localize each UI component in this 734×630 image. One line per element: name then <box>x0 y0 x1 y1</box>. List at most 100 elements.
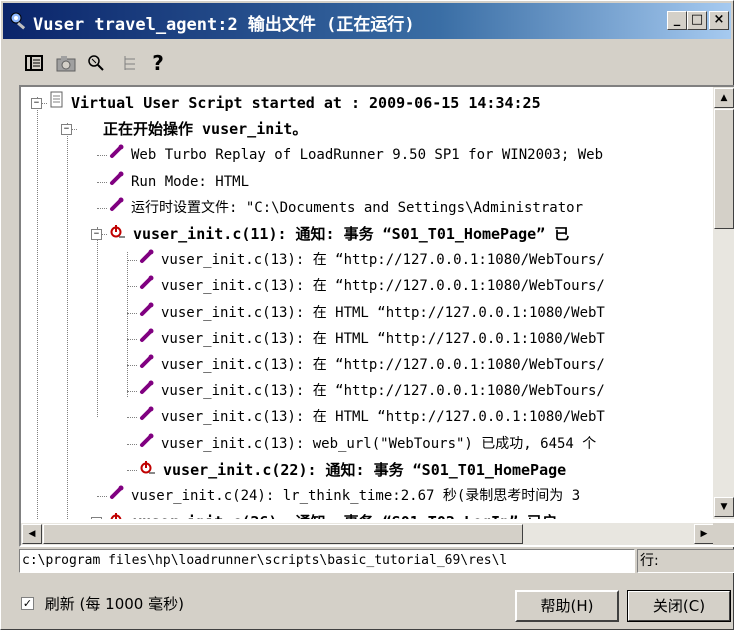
tree-content: − Virtual User Script started at : 2009-0… <box>21 87 715 519</box>
message-icon <box>139 327 155 351</box>
tree-row[interactable]: vuser_init.c(22): 通知: 事务 “S01_T01_HomePa… <box>139 458 566 482</box>
tree-guide-line <box>97 227 98 417</box>
scrollbar-corner <box>713 523 734 545</box>
message-icon <box>139 301 155 325</box>
tree-connector <box>97 496 107 497</box>
message-icon <box>109 170 125 194</box>
tree-row-text: vuser_init.c(13): 在 “http://127.0.0.1:10… <box>161 383 605 400</box>
tree-row[interactable]: vuser_init.c(13): 在 “http://127.0.0.1:10… <box>139 248 605 272</box>
help-icon[interactable]: ? <box>145 49 171 77</box>
tree-row-text: vuser_init.c(13): 在 “http://127.0.0.1:10… <box>161 278 605 295</box>
status-path: c:\program files\hp\loadrunner\scripts\b… <box>19 549 635 573</box>
tree-connector <box>127 391 137 393</box>
tree-row-text: vuser_init.c(13): 在 HTML “http://127.0.0… <box>161 330 605 347</box>
tree-row-text: Web Turbo Replay of LoadRunner 9.50 SP1 … <box>131 147 604 164</box>
tree-row-text: Run Mode: HTML <box>131 173 250 190</box>
tree-row-text: vuser_init.c(13): 在 “http://127.0.0.1:10… <box>161 357 605 373</box>
output-tree[interactable]: − Virtual User Script started at : 2009-0… <box>19 85 734 547</box>
document-icon <box>49 91 65 116</box>
camera-icon[interactable] <box>53 49 79 77</box>
refresh-label: 刷新 (每 1000 毫秒) <box>44 595 184 613</box>
tree-row-text: vuser_init.c(24): lr_think_time:2.67 秒(录… <box>131 488 581 504</box>
message-icon <box>139 274 155 298</box>
tree-row[interactable]: vuser_init.c(13): 在 “http://127.0.0.1:10… <box>139 379 605 403</box>
tree-row[interactable]: 运行时设置文件: "C:\Documents and Settings\Admi… <box>109 196 583 220</box>
message-icon <box>139 432 155 456</box>
tree-connector <box>97 207 107 209</box>
tree-connector <box>127 338 137 340</box>
vuser-icon <box>9 12 29 30</box>
tree-collapse-toggle[interactable]: − <box>61 124 72 136</box>
transaction-icon <box>109 222 127 247</box>
status-bar: c:\program files\hp\loadrunner\scripts\b… <box>19 549 734 575</box>
title-bar[interactable]: Vuser travel_agent:2 输出文件 (正在运行) _ □ × <box>3 3 731 39</box>
transaction-icon <box>109 510 127 519</box>
tree-guide-line <box>67 123 68 519</box>
tree-row-text: vuser_init.c(11): 通知: 事务 “S01_T01_HomePa… <box>133 225 570 243</box>
tree-row[interactable]: Virtual User Script started at : 2009-06… <box>49 91 541 115</box>
tree-row[interactable]: 正在开始操作 vuser_init。 <box>103 117 307 141</box>
output-window: Vuser travel_agent:2 输出文件 (正在运行) _ □ × ?… <box>0 0 734 630</box>
close-window-button[interactable]: × <box>709 11 729 30</box>
refresh-option[interactable]: ✓ 刷新 (每 1000 毫秒) <box>21 593 184 614</box>
tree-connector <box>127 312 137 314</box>
tree-row[interactable]: vuser_init.c(13): 在 HTML “http://127.0.0… <box>139 301 605 325</box>
scroll-up-button[interactable]: ▲ <box>714 88 734 108</box>
tree-guide-line <box>127 252 128 397</box>
tree-row-text: vuser_init.c(13): 在 HTML “http://127.0.0… <box>161 409 605 426</box>
tree-connector <box>97 155 107 157</box>
tree-row-text: vuser_init.c(13): 在 HTML “http://127.0.0… <box>161 304 605 321</box>
tree-row[interactable]: vuser_init.c(11): 通知: 事务 “S01_T01_HomePa… <box>109 222 569 246</box>
tree-row-text: 运行时设置文件: "C:\Documents and Settings\Admi… <box>131 199 584 216</box>
transaction-icon <box>139 458 157 483</box>
minimize-button[interactable]: _ <box>667 11 687 30</box>
tree-row[interactable]: vuser_init.c(13): 在 “http://127.0.0.1:10… <box>139 353 605 377</box>
tree-row[interactable]: vuser_init.c(13): web_url("WebTours") 已成… <box>139 432 596 456</box>
help-button[interactable]: 帮助(H) <box>515 590 619 622</box>
tree-row-text: Virtual User Script started at : 2009-06… <box>71 94 541 112</box>
tree-row-text: vuser_init.c(22): 通知: 事务 “S01_T01_HomePa… <box>163 460 567 479</box>
tree-row[interactable]: Run Mode: HTML <box>109 170 249 194</box>
tree-row[interactable]: vuser_init.c(26): 通知: 事务 “S01_T02_LogIn”… <box>109 510 557 519</box>
tree-row[interactable]: Web Turbo Replay of LoadRunner 9.50 SP1 … <box>109 143 603 167</box>
horizontal-scroll-thumb[interactable] <box>43 524 523 544</box>
tree-row[interactable]: vuser_init.c(13): 在 HTML “http://127.0.0… <box>139 327 605 351</box>
message-icon <box>139 379 155 403</box>
tree-row-text: vuser_init.c(13): 在 “http://127.0.0.1:10… <box>161 252 605 269</box>
tree-connector <box>127 365 137 366</box>
scroll-down-button[interactable]: ▼ <box>714 497 734 517</box>
message-icon <box>109 484 125 508</box>
refresh-checkbox[interactable]: ✓ <box>21 597 34 610</box>
tree-row-text: vuser_init.c(26): 通知: 事务 “S01_T02_LogIn”… <box>133 513 557 519</box>
vertical-scroll-thumb[interactable] <box>714 109 734 229</box>
scroll-right-button[interactable]: ▶ <box>694 524 714 544</box>
maximize-button[interactable]: □ <box>687 11 707 30</box>
tree-connector <box>127 286 137 288</box>
tree-connector <box>127 260 137 262</box>
tree-row-text: vuser_init.c(13): web_url("WebTours") 已成… <box>161 435 597 452</box>
list-icon[interactable] <box>21 49 47 77</box>
tree-row[interactable]: vuser_init.c(24): lr_think_time:2.67 秒(录… <box>109 484 580 508</box>
tree-row[interactable]: vuser_init.c(13): 在 “http://127.0.0.1:10… <box>139 274 605 298</box>
tree-connector <box>127 443 137 445</box>
tree-collapse-toggle[interactable]: − <box>31 98 42 109</box>
tree-collapse-toggle[interactable]: − <box>91 229 102 240</box>
message-icon <box>139 405 155 429</box>
tree-collapse-toggle[interactable]: − <box>91 517 102 519</box>
tree-icon[interactable] <box>117 49 143 77</box>
scroll-left-button[interactable]: ◀ <box>22 524 42 544</box>
vertical-scrollbar[interactable]: ▲ ▼ <box>713 87 734 519</box>
tree-connector <box>97 181 107 183</box>
message-icon <box>139 353 155 377</box>
window-title: Vuser travel_agent:2 输出文件 (正在运行) <box>33 15 415 35</box>
tree-row[interactable]: vuser_init.c(13): 在 HTML “http://127.0.0… <box>139 405 605 429</box>
tree-connector <box>127 417 137 419</box>
message-icon <box>109 143 125 167</box>
tree-connector <box>127 469 137 471</box>
horizontal-scrollbar[interactable]: ◀ ▶ <box>21 523 715 545</box>
message-icon <box>109 196 125 220</box>
close-button[interactable]: 关闭(C) <box>627 590 731 622</box>
find-icon[interactable] <box>83 49 109 77</box>
tree-row-text: 正在开始操作 vuser_init。 <box>103 120 308 139</box>
tree-guide-line <box>37 97 38 519</box>
